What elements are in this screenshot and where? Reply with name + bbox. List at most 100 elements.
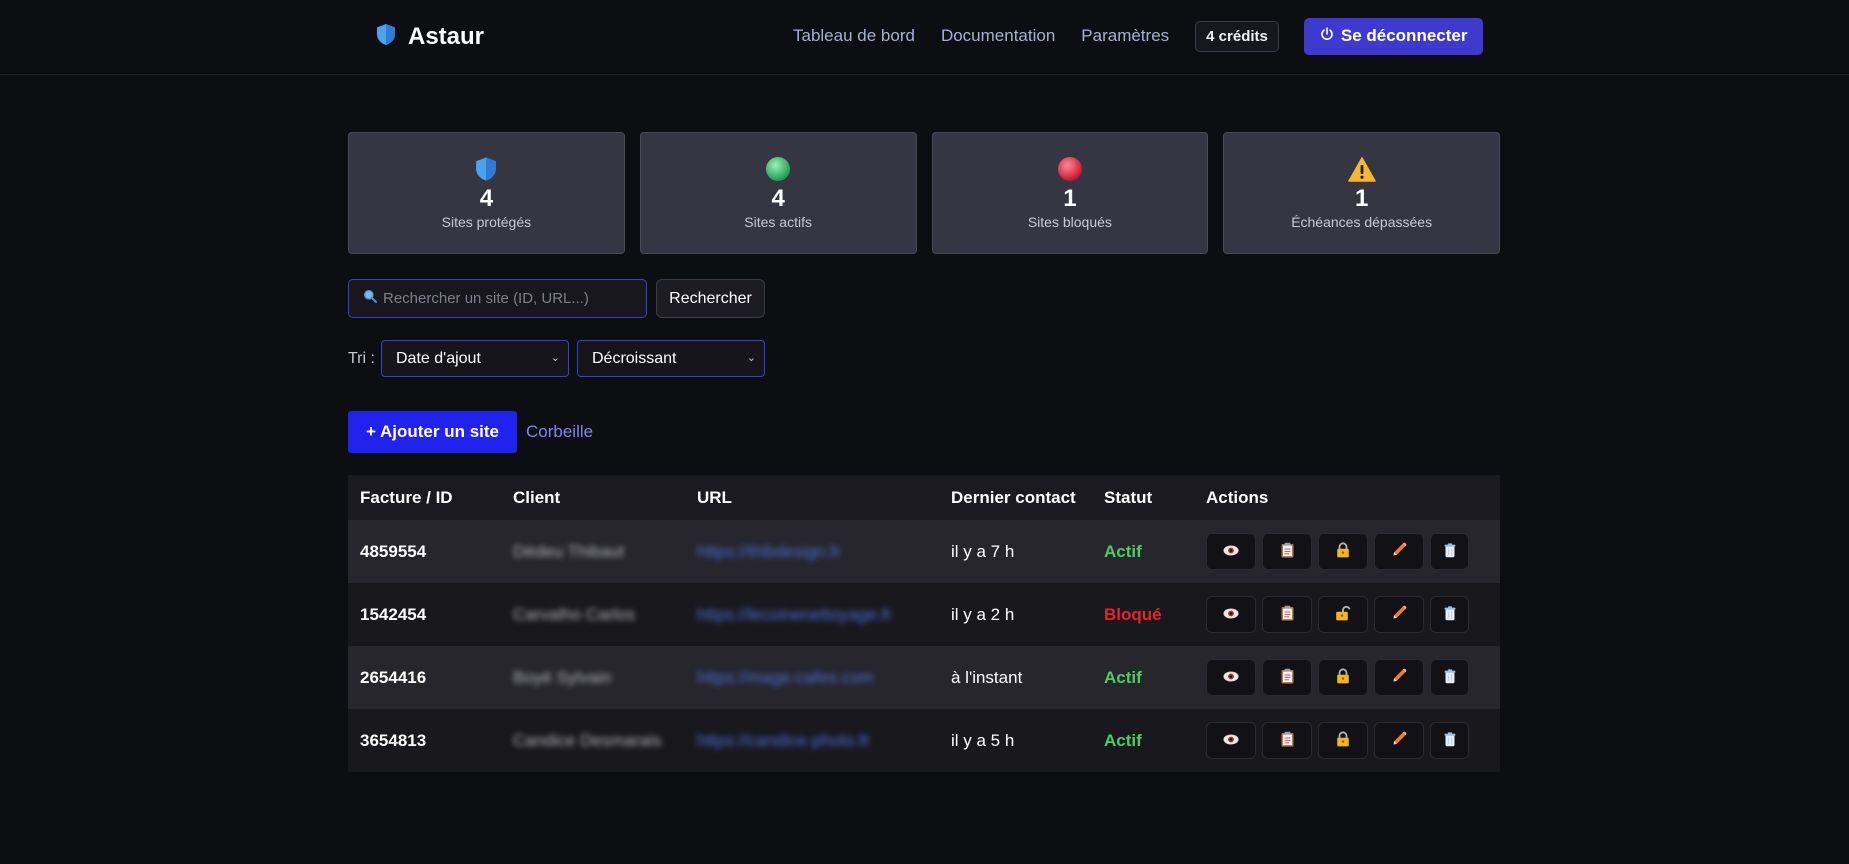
clipboard-icon: [1281, 668, 1294, 687]
clipboard-icon: [1281, 542, 1294, 561]
power-icon: [1320, 26, 1334, 46]
nav-documentation[interactable]: Documentation: [941, 26, 1055, 46]
eye-icon: [1223, 670, 1239, 685]
stat-card-protected: 4 Sites protégés: [348, 132, 625, 254]
status-badge: Actif: [1104, 667, 1142, 687]
sites-table: Facture / ID Client URL Dernier contact …: [348, 475, 1500, 772]
eye-icon: [1223, 607, 1239, 622]
table-header: Facture / ID Client URL Dernier contact …: [348, 475, 1500, 520]
trash-link[interactable]: Corbeille: [526, 422, 593, 442]
delete-button[interactable]: [1430, 659, 1469, 696]
chevron-down-icon: ⌄: [746, 352, 756, 364]
lock-toggle-button[interactable]: [1318, 722, 1368, 759]
delete-button[interactable]: [1430, 722, 1469, 759]
view-button[interactable]: [1206, 533, 1256, 570]
brand[interactable]: Astaur: [376, 20, 484, 54]
table-row: 2654416 Boyé Sylvain https://mage-cafes.co…: [348, 646, 1500, 709]
delete-button[interactable]: [1430, 596, 1469, 633]
chevron-down-icon: ⌄: [550, 352, 560, 364]
sort-order-value: Décroissant: [592, 350, 677, 367]
main-nav: Tableau de bord Documentation Paramètres…: [793, 17, 1484, 55]
edit-button[interactable]: [1374, 659, 1424, 696]
credits-badge: 4 crédits: [1195, 20, 1279, 52]
eye-icon: [1223, 544, 1239, 559]
stat-label: Sites bloqués: [1027, 214, 1112, 230]
add-site-button[interactable]: + Ajouter un site: [348, 411, 517, 453]
edit-button[interactable]: [1374, 596, 1424, 633]
stat-value: 1: [1063, 185, 1077, 212]
invoice-id: 1542454: [360, 604, 427, 624]
trash-icon: [1444, 605, 1456, 624]
logout-label: Se déconnecter: [1340, 26, 1468, 45]
delete-button[interactable]: [1430, 533, 1469, 570]
last-contact: il y a 5 h: [951, 730, 1015, 750]
nav-dashboard[interactable]: Tableau de bord: [793, 26, 915, 46]
col-header-url: URL: [697, 487, 732, 507]
client-name: Boyé Sylvain: [513, 667, 612, 687]
client-name: Carvalho Carlos: [513, 604, 635, 624]
lock-toggle-button[interactable]: [1318, 596, 1368, 633]
search-input[interactable]: [383, 290, 633, 307]
col-header-status: Statut: [1104, 487, 1153, 507]
warning-icon: [1347, 155, 1376, 183]
pencil-icon: [1391, 542, 1407, 561]
logout-button[interactable]: Se déconnecter: [1303, 17, 1484, 55]
view-button[interactable]: [1206, 659, 1256, 696]
sort-field-value: Date d'ajout: [396, 350, 481, 367]
stat-card-blocked: 1 Sites bloqués: [931, 132, 1209, 254]
view-button[interactable]: [1206, 722, 1256, 759]
search-button[interactable]: Rechercher: [656, 279, 765, 318]
edit-button[interactable]: [1374, 722, 1424, 759]
pencil-icon: [1391, 605, 1407, 624]
nav-settings[interactable]: Paramètres: [1081, 26, 1169, 46]
last-contact: il y a 2 h: [951, 604, 1015, 624]
invoice-id: 3654813: [360, 730, 427, 750]
eye-icon: [1223, 733, 1239, 748]
green-dot-icon: [765, 155, 791, 183]
stat-value: 4: [479, 185, 494, 212]
view-button[interactable]: [1206, 596, 1256, 633]
lock-toggle-button[interactable]: [1318, 659, 1368, 696]
shield-icon: [475, 155, 497, 183]
row-actions: [1194, 722, 1500, 759]
trash-icon: [1444, 668, 1456, 687]
row-actions: [1194, 596, 1500, 633]
sort-order-select[interactable]: Décroissant ⌄: [577, 340, 765, 377]
lock-icon: [1336, 731, 1350, 750]
status-badge: Actif: [1104, 541, 1142, 561]
pencil-icon: [1391, 731, 1407, 750]
table-row: 1542454 Carvalho Carlos https://lecoinenet…: [348, 583, 1500, 646]
stat-card-overdue: 1 Échéances dépassées: [1223, 132, 1500, 254]
stat-label: Sites actifs: [744, 214, 812, 230]
red-dot-icon: [1057, 155, 1083, 183]
brand-name: Astaur: [408, 23, 485, 50]
status-badge: Bloqué: [1104, 604, 1162, 624]
lock-icon: [1336, 668, 1350, 687]
lock-toggle-button[interactable]: [1318, 533, 1368, 570]
stat-card-active: 4 Sites actifs: [639, 132, 917, 254]
site-url-link[interactable]: https://mage-cafes.com: [697, 668, 874, 687]
invoice-button[interactable]: [1262, 533, 1312, 570]
row-actions: [1194, 533, 1500, 570]
edit-button[interactable]: [1374, 533, 1424, 570]
clipboard-icon: [1281, 731, 1294, 750]
site-url-link[interactable]: https://lecoinenettoyage.fr: [697, 605, 892, 624]
clipboard-icon: [1281, 605, 1294, 624]
invoice-id: 4859554: [360, 541, 427, 561]
last-contact: à l'instant: [951, 667, 1023, 687]
unlock-icon: [1335, 605, 1351, 624]
invoice-button[interactable]: [1262, 596, 1312, 633]
table-row: 4859554 Dédeu Thibaut https://thibdesign.f…: [348, 520, 1500, 583]
invoice-button[interactable]: [1262, 722, 1312, 759]
site-url-link[interactable]: https://thibdesign.fr: [697, 542, 841, 561]
col-header-id: Facture / ID: [360, 487, 453, 507]
site-url-link[interactable]: https://candice-photo.fr: [697, 731, 870, 750]
client-name: Dédeu Thibaut: [513, 541, 625, 561]
top-bar: Astaur Tableau de bord Documentation Par…: [0, 0, 1849, 75]
col-header-client: Client: [513, 487, 561, 507]
invoice-button[interactable]: [1262, 659, 1312, 696]
trash-icon: [1444, 542, 1456, 561]
stat-value: 1: [1354, 185, 1369, 212]
stats-row: 4 Sites protégés 4 Sites actifs 1 Sites …: [348, 132, 1500, 254]
sort-field-select[interactable]: Date d'ajout ⌄: [381, 340, 569, 377]
